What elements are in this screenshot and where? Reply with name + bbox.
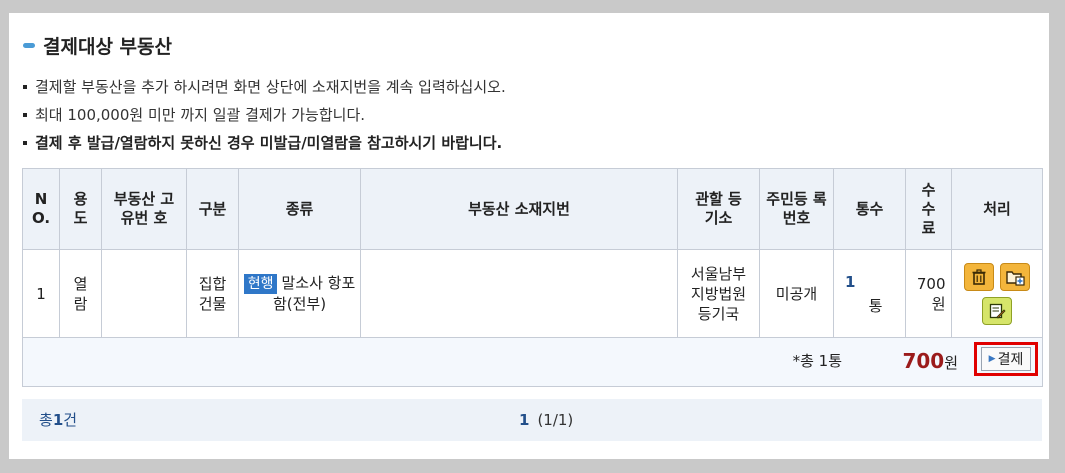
- pagination: 1 (1/1): [519, 399, 573, 441]
- trash-icon[interactable]: [964, 262, 994, 291]
- folder-add-icon-glyph: [1006, 270, 1025, 286]
- pay-button-label: 결제: [997, 352, 1024, 368]
- cell-fee-text: 700 원: [916, 274, 946, 313]
- page-title: 결제대상 부동산: [43, 35, 172, 58]
- payment-table-wrapper: N O. 용 도 부동산 고유번 호 구분 종류 부동산 소재지번 관할 등기소…: [22, 168, 1043, 387]
- pay-button-highlight: ▶ 결제: [974, 342, 1038, 376]
- cell-division-text: 집합 건물: [198, 274, 227, 313]
- section-title: 결제대상 부동산: [23, 33, 172, 58]
- count-prefix: 총: [39, 411, 53, 429]
- cell-kind: 현행 말소사 항포함(전부): [238, 249, 361, 338]
- cell-use: 열 람: [59, 249, 102, 338]
- copies-count: 1: [845, 272, 856, 291]
- status-badge: 현행: [243, 274, 278, 294]
- col-header-address: 부동산 소재지번: [360, 168, 678, 250]
- col-header-use-label: 용 도: [73, 190, 88, 227]
- col-header-unique-no-label: 부동산 고유번 호: [113, 190, 175, 227]
- col-header-no: N O.: [22, 168, 60, 250]
- arrow-right-icon: ▶: [988, 354, 996, 364]
- col-header-unique-no: 부동산 고유번 호: [101, 168, 187, 250]
- cell-resident-no: 미공개: [759, 249, 834, 338]
- col-header-resident-no-label: 주민등 록번호: [766, 190, 827, 227]
- copies-unit: 통: [868, 296, 883, 315]
- notice-item: 최대 100,000원 미만 까지 일괄 결제가 가능합니다.: [23, 101, 1033, 129]
- edit-icon[interactable]: [982, 296, 1012, 325]
- total-amount: 700원: [902, 338, 958, 386]
- bullet-icon: [23, 141, 27, 145]
- total-row: *총 1통 700원 ▶ 결제: [22, 337, 1043, 387]
- page-info: (1/1): [537, 411, 574, 429]
- notice-text: 결제할 부동산을 추가 하시려면 화면 상단에 소재지번을 계속 입력하십시오.: [35, 78, 506, 96]
- notice-text: 결제 후 발급/열람하지 못하신 경우 미발급/미열람을 참고하시기 바랍니다.: [35, 134, 503, 152]
- count-number: 1: [52, 411, 64, 429]
- count-suffix: 건: [63, 411, 78, 429]
- cell-action: [951, 249, 1043, 338]
- folder-add-icon[interactable]: [1000, 262, 1030, 291]
- cell-address: [360, 249, 678, 338]
- trash-icon-glyph: [972, 268, 986, 285]
- col-header-registry: 관할 등기소: [677, 168, 760, 250]
- cell-use-text: 열 람: [73, 274, 88, 313]
- notice-item-emphasis: 결제 후 발급/열람하지 못하신 경우 미발급/미열람을 참고하시기 바랍니다.: [23, 129, 1033, 157]
- payment-table: N O. 용 도 부동산 고유번 호 구분 종류 부동산 소재지번 관할 등기소…: [22, 168, 1043, 387]
- action-icons: [953, 262, 1041, 325]
- bullet-icon: [23, 85, 27, 89]
- page-link-current[interactable]: 1: [519, 411, 529, 429]
- cell-registry: 서울남부 지방법원 등기국: [677, 249, 760, 338]
- pay-button[interactable]: ▶ 결제: [981, 347, 1031, 371]
- col-header-division: 구분: [186, 168, 239, 250]
- table-header-row: N O. 용 도 부동산 고유번 호 구분 종류 부동산 소재지번 관할 등기소…: [22, 168, 1043, 250]
- cell-fee: 700 원: [905, 249, 952, 338]
- col-header-use: 용 도: [59, 168, 102, 250]
- total-cell: *총 1통 700원 ▶ 결제: [22, 337, 1043, 387]
- cell-copies: 1 통: [833, 249, 906, 338]
- total-amount-unit: 원: [944, 354, 958, 372]
- col-header-copies: 통수: [833, 168, 906, 250]
- notice-item: 결제할 부동산을 추가 하시려면 화면 상단에 소재지번을 계속 입력하십시오.: [23, 73, 1033, 101]
- col-header-kind: 종류: [238, 168, 361, 250]
- total-items-count: 총1건: [39, 399, 77, 441]
- col-header-resident-no: 주민등 록번호: [759, 168, 834, 250]
- cell-division: 집합 건물: [186, 249, 239, 338]
- notice-list: 결제할 부동산을 추가 하시려면 화면 상단에 소재지번을 계속 입력하십시오.…: [23, 73, 1033, 157]
- cell-unique-no: [101, 249, 187, 338]
- cell-registry-text: 서울남부 지방법원 등기국: [690, 264, 747, 323]
- cell-no: 1: [22, 249, 60, 338]
- col-header-registry-label: 관할 등기소: [695, 190, 742, 227]
- col-header-fee-label: 수 수 료: [921, 180, 936, 237]
- col-header-fee: 수 수 료: [905, 168, 952, 250]
- col-header-action: 처리: [951, 168, 1043, 250]
- total-count: *총 1통: [792, 352, 842, 370]
- notice-text: 최대 100,000원 미만 까지 일괄 결제가 가능합니다.: [35, 106, 366, 124]
- table-footer: 총1건 1 (1/1): [22, 399, 1042, 441]
- cell-kind-text: 말소사 항포함(전부): [272, 274, 356, 313]
- col-header-no-label: N O.: [31, 190, 51, 227]
- bullet-icon: [23, 113, 27, 117]
- edit-icon-glyph: [989, 303, 1006, 319]
- payment-panel: 결제대상 부동산 결제할 부동산을 추가 하시려면 화면 상단에 소재지번을 계…: [9, 13, 1049, 459]
- table-row: 1 열 람 집합 건물 현행 말소사 항포함(전부) 서울남부 지방법원 등기국 …: [22, 249, 1043, 338]
- total-amount-value: 700: [902, 349, 945, 373]
- title-marker-icon: [23, 42, 35, 48]
